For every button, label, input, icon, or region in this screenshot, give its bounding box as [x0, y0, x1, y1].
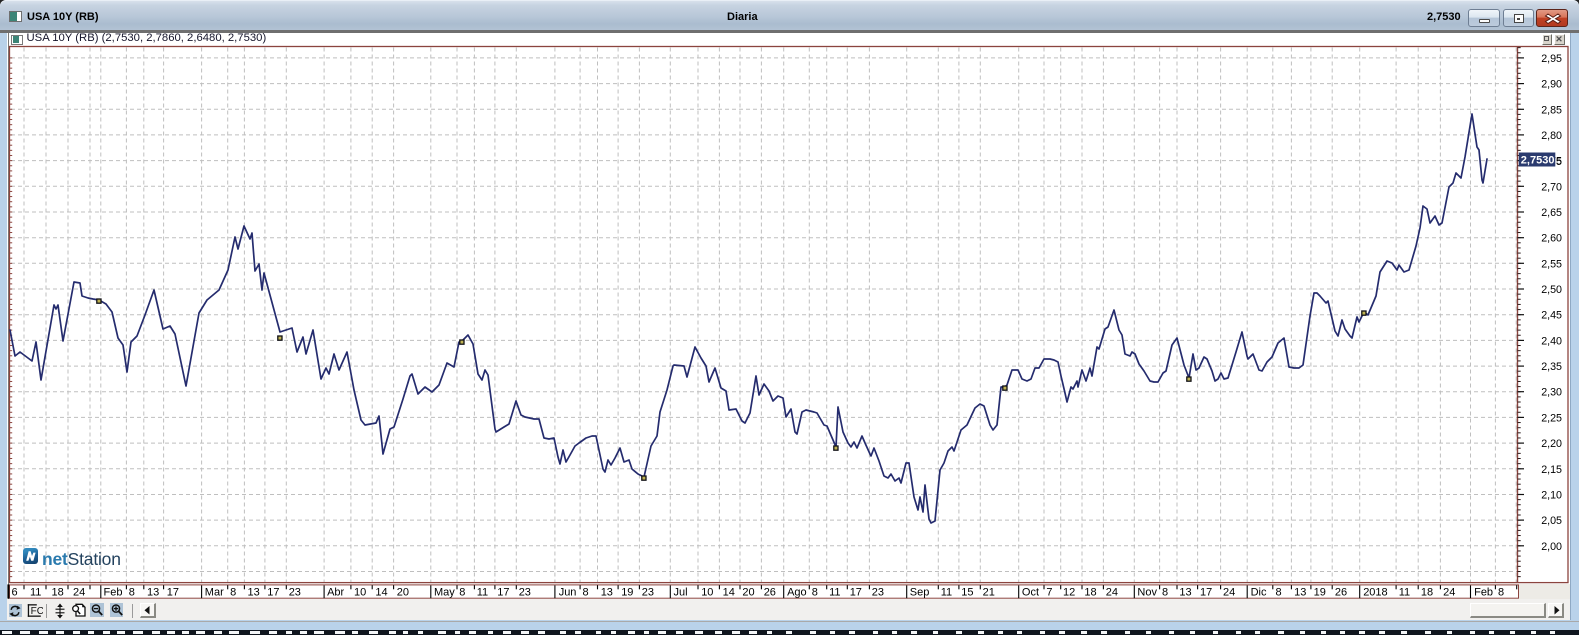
svg-text:12: 12	[1063, 587, 1075, 599]
svg-text:13: 13	[248, 587, 260, 599]
svg-text:18: 18	[52, 587, 64, 599]
svg-text:19: 19	[1314, 587, 1326, 599]
svg-text:17: 17	[167, 587, 179, 599]
svg-text:8: 8	[1162, 587, 1168, 599]
svg-text:24: 24	[73, 587, 85, 599]
svg-text:23: 23	[519, 587, 531, 599]
svg-text:6: 6	[12, 587, 18, 599]
svg-text:24: 24	[1443, 587, 1455, 599]
svg-text:20: 20	[397, 587, 409, 599]
svg-text:Abr: Abr	[327, 587, 344, 599]
svg-text:20: 20	[742, 587, 754, 599]
svg-text:Nov: Nov	[1137, 587, 1157, 599]
svg-text:8: 8	[1498, 587, 1504, 599]
svg-text:11: 11	[829, 587, 840, 599]
svg-text:24: 24	[1223, 587, 1235, 599]
svg-text:10: 10	[354, 587, 366, 599]
svg-text:17: 17	[267, 587, 279, 599]
svg-text:17: 17	[497, 587, 509, 599]
svg-text:13: 13	[601, 587, 613, 599]
svg-text:Sep: Sep	[910, 587, 930, 599]
svg-text:17: 17	[1200, 587, 1212, 599]
svg-text:13: 13	[1179, 587, 1191, 599]
svg-text:8: 8	[812, 587, 818, 599]
svg-text:13: 13	[147, 587, 159, 599]
svg-text:14: 14	[723, 587, 735, 599]
svg-text:11: 11	[477, 587, 488, 599]
svg-text:8: 8	[129, 587, 135, 599]
svg-text:11: 11	[1399, 587, 1410, 599]
svg-text:26: 26	[1335, 587, 1347, 599]
svg-text:Feb: Feb	[104, 587, 123, 599]
svg-text:14: 14	[375, 587, 387, 599]
svg-text:23: 23	[642, 587, 654, 599]
svg-text:Oct: Oct	[1022, 587, 1039, 599]
svg-text:23: 23	[289, 587, 301, 599]
svg-text:Ago: Ago	[787, 587, 807, 599]
svg-text:21: 21	[983, 587, 995, 599]
svg-text:18: 18	[1421, 587, 1433, 599]
svg-text:Jun: Jun	[559, 587, 577, 599]
svg-text:2018: 2018	[1363, 587, 1387, 599]
svg-text:8: 8	[583, 587, 589, 599]
svg-text:18: 18	[1084, 587, 1096, 599]
svg-text:Dic: Dic	[1251, 587, 1267, 599]
svg-text:May: May	[434, 587, 455, 599]
svg-text:Mar: Mar	[205, 587, 224, 599]
svg-text:Jul: Jul	[674, 587, 688, 599]
svg-text:8: 8	[230, 587, 236, 599]
svg-text:8: 8	[1276, 587, 1282, 599]
svg-text:11: 11	[941, 587, 952, 599]
svg-text:15: 15	[961, 587, 973, 599]
svg-text:7: 7	[1046, 587, 1052, 599]
svg-text:Feb: Feb	[1474, 587, 1493, 599]
svg-text:17: 17	[850, 587, 862, 599]
svg-text:FC: FC	[30, 606, 42, 617]
svg-text:8: 8	[459, 587, 465, 599]
svg-text:11: 11	[30, 587, 41, 599]
svg-text:26: 26	[764, 587, 776, 599]
svg-text:13: 13	[1294, 587, 1306, 599]
svg-text:23: 23	[872, 587, 884, 599]
svg-text:24: 24	[1106, 587, 1118, 599]
svg-text:10: 10	[701, 587, 713, 599]
svg-text:19: 19	[621, 587, 633, 599]
